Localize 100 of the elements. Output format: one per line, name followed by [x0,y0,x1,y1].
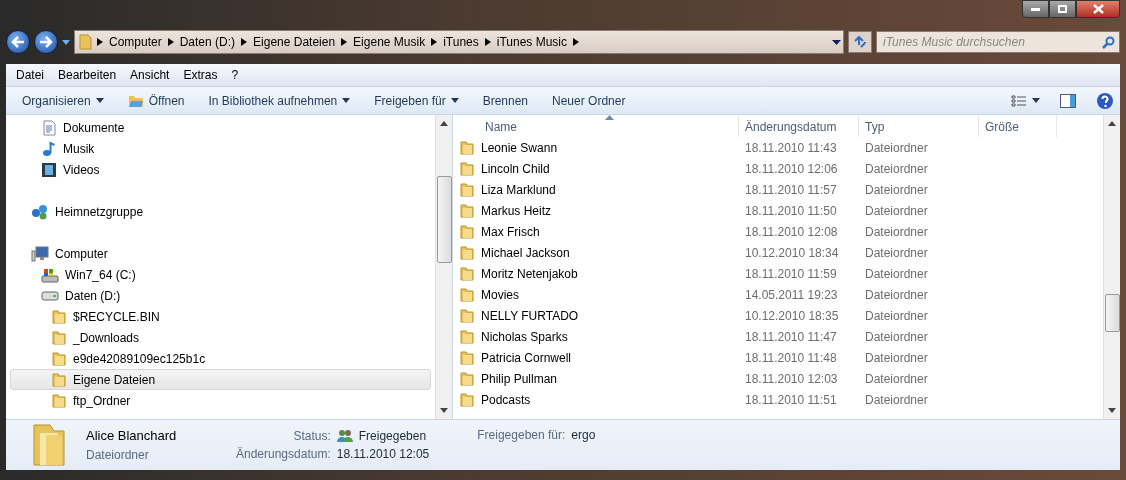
breadcrumb[interactable]: Computer [107,35,164,49]
field-label: Status: [292,429,331,443]
scrollbar[interactable] [435,115,452,419]
breadcrumb[interactable]: iTunes Music [494,35,569,49]
menu-item[interactable]: Ansicht [124,66,176,84]
item-name: Alice Blanchard [86,428,178,443]
tree-item[interactable]: Musik [10,138,431,159]
modified-date: 14.05.2011 19:23 [744,286,839,304]
search-box[interactable]: iTunes Music durchsuchen [876,31,1120,53]
field-value: 18.11.2010 12:05 [336,447,430,461]
folder-name[interactable]: Nicholas Sparks [481,329,568,344]
caret-icon[interactable] [62,39,70,45]
tree-item[interactable]: Computer [10,243,431,264]
chevron-icon [341,38,348,46]
column-header[interactable]: Name [479,115,739,137]
folder-name[interactable]: Max Frisch [481,224,540,239]
address-bar[interactable]: Computer Daten (D:) Eigene Dateien Eigene Musik iTunes iTunes Music [74,30,844,54]
toolbar-button[interactable]: Organisieren [14,90,112,111]
folder-name[interactable]: Lincoln Child [481,161,550,176]
menu-item[interactable]: Datei [10,66,50,84]
menu-item[interactable]: ? [225,66,245,84]
folder-name[interactable]: Patricia Cornwell [481,350,572,365]
file-type: Dateiordner [864,307,929,325]
folder-icon [459,202,475,219]
folder-name[interactable]: Markus Heitz [481,203,551,218]
chevron-icon [167,38,174,46]
folder-icon [459,181,475,198]
folder-name[interactable]: Michael Jackson [481,245,570,260]
folder-name[interactable]: Movies [481,287,519,302]
toolbar-button[interactable]: Brennen [474,90,537,111]
menu-item[interactable]: Extras [177,66,224,84]
tree-item[interactable]: e9de42089109ec125b1c [10,348,431,369]
tree-item[interactable]: $RECYCLE.BIN [10,306,431,327]
folder-name[interactable]: Podcasts [481,392,531,407]
file-type: Dateiordner [864,160,929,178]
sort-arrow-icon [604,115,614,120]
column-header[interactable]: Typ [859,115,979,137]
folder-icon [459,265,475,282]
refresh-button[interactable] [848,31,872,53]
maximize-icon [1058,5,1067,13]
modified-date: 10.12.2010 18:34 [744,244,840,262]
column-header[interactable]: Änderungsdatum [739,115,859,137]
file-type: Dateiordner [864,223,929,241]
chevron-icon [573,38,579,46]
right-arrow-icon [39,36,53,48]
field-label: Freigegeben für: [477,428,566,442]
close-button[interactable] [1076,0,1120,18]
folder-name[interactable]: Liza Marklund [481,182,556,197]
tree-item[interactable]: Daten (D:) [10,285,431,306]
folder-icon [459,286,475,303]
tree-item[interactable]: Dokumente [10,117,431,138]
folder-icon [459,307,475,324]
search-field[interactable]: iTunes Music durchsuchen [881,34,1102,50]
caret-icon [450,98,459,103]
scrollbar-thumb[interactable] [1104,294,1120,332]
toolbar-button[interactable]: In Bibliothek aufnehmen [200,90,359,111]
tree-item[interactable]: ftp_Ordner [10,390,431,411]
modified-date: 18.11.2010 11:50 [744,202,838,220]
forward-button[interactable] [34,30,58,54]
folder-name[interactable]: Moritz Netenjakob [481,266,578,281]
folder-icon [51,371,67,388]
tree-item[interactable]: Heimnetzgruppe [10,201,431,222]
field-value: ergo [571,428,596,442]
caret-icon[interactable] [832,39,841,45]
file-type: Dateiordner [864,328,929,346]
minimize-button[interactable] [1022,0,1049,18]
drive-icon [41,266,59,283]
tree-item[interactable]: Win7_64 (C:) [10,264,431,285]
column-header[interactable]: Größe [979,115,1057,137]
tree-item[interactable]: Videos [10,159,431,180]
toolbar-button[interactable]: Neuer Ordner [544,90,634,111]
breadcrumb[interactable]: Eigene Dateien [251,35,338,49]
folder-icon [51,392,67,409]
folder-name[interactable]: Leonie Swann [481,140,558,155]
back-button[interactable] [6,30,30,54]
folder-icon [459,370,475,387]
folder-icon [459,349,475,366]
minimize-icon [1031,7,1040,11]
folder-icon [51,350,67,367]
chevron-icon [431,38,438,46]
help-icon [1096,91,1114,110]
menu-item[interactable]: Bearbeiten [52,66,123,84]
modified-date: 18.11.2010 12:08 [744,223,839,241]
left-arrow-icon [11,36,25,48]
folder-icon [51,308,67,325]
toolbar-button[interactable]: Freigeben für [366,90,467,111]
tree-item[interactable]: Eigene Dateien [10,369,431,390]
chevron-icon [97,38,103,46]
breadcrumb[interactable]: Eigene Musik [351,35,428,49]
folder-name[interactable]: Philip Pullman [481,371,558,386]
breadcrumb[interactable]: iTunes [441,35,481,49]
maximize-button[interactable] [1049,0,1076,18]
scrollbar-thumb[interactable] [436,176,452,263]
folder-name[interactable]: NELLY FURTADO [481,308,579,323]
tree-item[interactable]: _Downloads [10,327,431,348]
close-icon [1092,4,1104,14]
breadcrumb[interactable]: Daten (D:) [177,35,238,49]
scrollbar[interactable] [1103,115,1120,419]
toolbar-button[interactable]: Öffnen [119,89,193,112]
search-icon [1102,35,1115,49]
